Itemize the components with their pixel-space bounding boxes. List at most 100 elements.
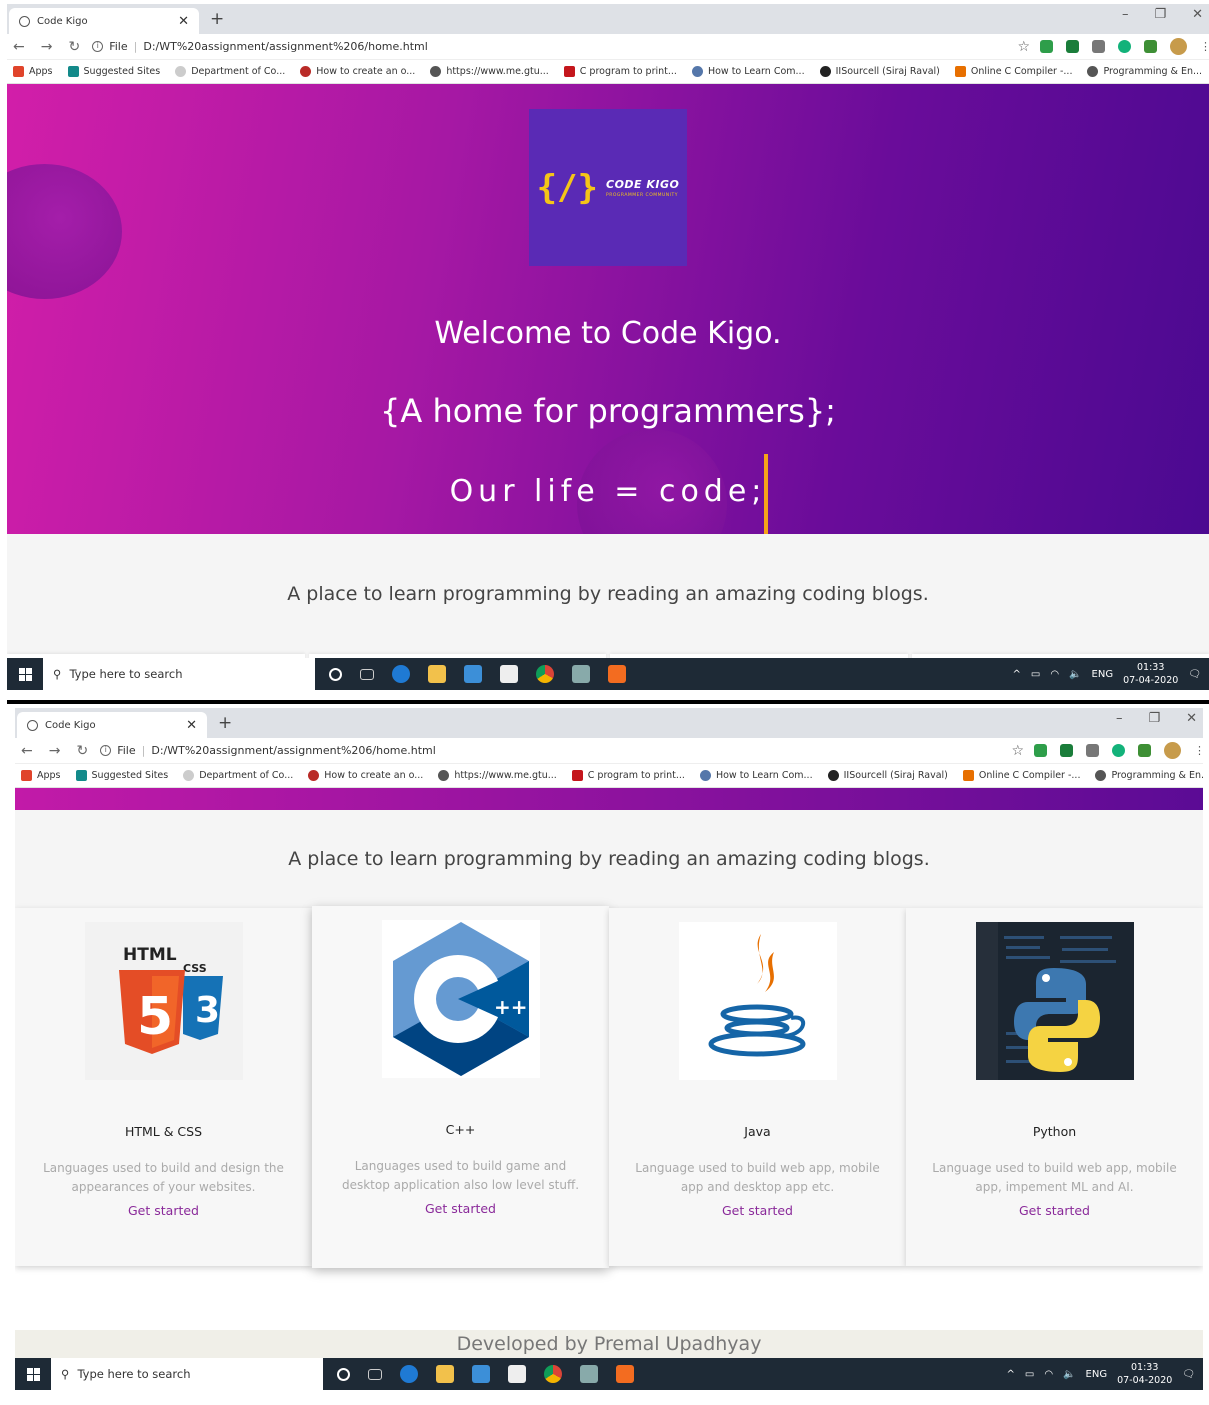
restore-icon[interactable]: ❐ — [1148, 711, 1160, 726]
card-java[interactable]: Java Language used to build web app, mob… — [609, 908, 906, 1266]
browser-tab[interactable]: Code Kigo ✕ — [17, 712, 207, 738]
avatar[interactable] — [1170, 38, 1187, 55]
app-icon[interactable] — [580, 1365, 598, 1383]
shield-icon[interactable] — [1034, 744, 1047, 757]
extension-icon[interactable] — [1144, 40, 1157, 53]
language-indicator[interactable]: ENG — [1086, 1369, 1108, 1380]
forward-icon[interactable]: → — [41, 39, 53, 55]
menu-icon[interactable]: ⋮ — [1200, 40, 1209, 53]
card-python[interactable]: Python Language used to build web app, m… — [906, 908, 1203, 1266]
wifi-icon[interactable]: ◠ — [1044, 1369, 1053, 1380]
reload-icon[interactable]: ↻ — [68, 39, 80, 55]
get-started-link[interactable]: Get started — [906, 1203, 1203, 1218]
bookmark-item[interactable]: https://www.me.gtu... — [438, 770, 557, 781]
bookmark-item[interactable]: C program to print... — [563, 66, 677, 77]
store-icon[interactable] — [500, 665, 518, 683]
cortana-icon[interactable] — [329, 667, 342, 681]
taskbar-search[interactable]: ⚲ Type here to search — [43, 658, 315, 690]
bookmark-item[interactable]: Department of Co... — [175, 66, 285, 77]
bookmark-item[interactable]: IISourcell (Siraj Raval) — [827, 770, 948, 781]
start-button[interactable] — [7, 667, 43, 681]
shield-icon[interactable] — [1040, 40, 1053, 53]
url-text[interactable]: D:/WT%20assignment/assignment%206/home.h… — [143, 40, 428, 53]
chevron-up-icon[interactable]: ^ — [1006, 1369, 1014, 1380]
bookmark-item[interactable]: Department of Co... — [183, 770, 293, 781]
volume-icon[interactable]: 🔈 — [1069, 669, 1081, 680]
get-started-link[interactable]: Get started — [609, 1203, 906, 1218]
new-tab-icon[interactable]: + — [210, 9, 224, 29]
get-started-link[interactable]: Get started — [312, 1201, 609, 1216]
minimize-icon[interactable]: – — [1122, 7, 1129, 22]
bookmark-apps[interactable]: Apps — [13, 66, 53, 77]
volume-icon[interactable]: 🔈 — [1063, 1369, 1075, 1380]
mail-icon[interactable] — [472, 1365, 490, 1383]
start-button[interactable] — [15, 1367, 51, 1381]
wifi-icon[interactable]: ◠ — [1050, 669, 1059, 680]
taskbar-search[interactable]: ⚲ Type here to search — [51, 1358, 323, 1390]
cast-icon[interactable] — [1086, 744, 1099, 757]
store-icon[interactable] — [508, 1365, 526, 1383]
bookmark-item[interactable]: Programming & En... — [1087, 66, 1202, 77]
extension-icon[interactable] — [1060, 744, 1073, 757]
bookmark-item[interactable]: Online C Compiler -... — [954, 66, 1072, 77]
bookmark-item[interactable]: Suggested Sites — [67, 66, 160, 77]
xampp-icon[interactable] — [616, 1365, 634, 1383]
bookmark-apps[interactable]: Apps — [21, 770, 61, 781]
bookmark-item[interactable]: Suggested Sites — [75, 770, 168, 781]
restore-icon[interactable]: ❐ — [1154, 7, 1166, 22]
url-text[interactable]: D:/WT%20assignment/assignment%206/home.h… — [151, 744, 436, 757]
bookmark-item[interactable]: How to create an o... — [300, 66, 415, 77]
card-cpp[interactable]: ++ C++ Languages used to build game and … — [312, 906, 609, 1268]
chevron-up-icon[interactable]: ^ — [1012, 669, 1020, 680]
notification-icon[interactable]: 🗨 — [1188, 669, 1201, 680]
close-window-icon[interactable]: ✕ — [1186, 711, 1197, 726]
back-icon[interactable]: ← — [13, 39, 25, 55]
new-tab-icon[interactable]: + — [218, 713, 232, 733]
get-started-link[interactable]: Get started — [15, 1203, 312, 1218]
chrome-icon[interactable] — [544, 1365, 562, 1383]
edge-icon[interactable] — [400, 1365, 418, 1383]
file-explorer-icon[interactable] — [428, 665, 446, 683]
bookmark-item[interactable]: How to Learn Com... — [699, 770, 813, 781]
back-icon[interactable]: ← — [21, 743, 33, 759]
close-tab-icon[interactable]: ✕ — [186, 718, 197, 733]
notification-icon[interactable]: 🗨 — [1182, 1369, 1195, 1380]
task-view-icon[interactable] — [360, 668, 374, 680]
menu-icon[interactable]: ⋮ — [1194, 744, 1203, 757]
bookmark-item[interactable]: How to Learn Com... — [691, 66, 805, 77]
card-html-css[interactable]: HTML CSS 5 3 HTML & CSS Languages used t… — [15, 908, 312, 1266]
cast-icon[interactable] — [1092, 40, 1105, 53]
bookmark-item[interactable]: Online C Compiler -... — [962, 770, 1080, 781]
grammarly-icon[interactable] — [1112, 744, 1125, 757]
battery-icon[interactable]: ▭ — [1025, 1369, 1034, 1380]
bookmark-item[interactable]: C program to print... — [571, 770, 685, 781]
address-bar[interactable]: i File | D:/WT%20assignment/assignment%2… — [100, 744, 1011, 757]
clock[interactable]: 01:33 07-04-2020 — [1117, 1361, 1172, 1387]
battery-icon[interactable]: ▭ — [1031, 669, 1040, 680]
extension-icon[interactable] — [1138, 744, 1151, 757]
edge-icon[interactable] — [392, 665, 410, 683]
close-tab-icon[interactable]: ✕ — [178, 14, 189, 29]
star-icon[interactable]: ☆ — [1011, 743, 1024, 759]
browser-tab[interactable]: Code Kigo ✕ — [9, 8, 199, 34]
bookmark-item[interactable]: How to create an o... — [308, 770, 423, 781]
avatar[interactable] — [1164, 742, 1181, 759]
close-window-icon[interactable]: ✕ — [1192, 7, 1203, 22]
task-view-icon[interactable] — [368, 1368, 382, 1380]
reload-icon[interactable]: ↻ — [76, 743, 88, 759]
star-icon[interactable]: ☆ — [1017, 39, 1030, 55]
address-bar[interactable]: i File | D:/WT%20assignment/assignment%2… — [92, 40, 1017, 53]
bookmark-item[interactable]: Programming & En... — [1095, 770, 1203, 781]
mail-icon[interactable] — [464, 665, 482, 683]
xampp-icon[interactable] — [608, 665, 626, 683]
forward-icon[interactable]: → — [49, 743, 61, 759]
bookmark-item[interactable]: https://www.me.gtu... — [430, 66, 549, 77]
clock[interactable]: 01:33 07-04-2020 — [1123, 661, 1178, 687]
app-icon[interactable] — [572, 665, 590, 683]
language-indicator[interactable]: ENG — [1092, 669, 1114, 680]
info-icon[interactable]: i — [92, 41, 104, 52]
bookmark-item[interactable]: IISourcell (Siraj Raval) — [819, 66, 940, 77]
cortana-icon[interactable] — [337, 1367, 350, 1381]
extension-icon[interactable] — [1066, 40, 1079, 53]
info-icon[interactable]: i — [100, 745, 112, 756]
